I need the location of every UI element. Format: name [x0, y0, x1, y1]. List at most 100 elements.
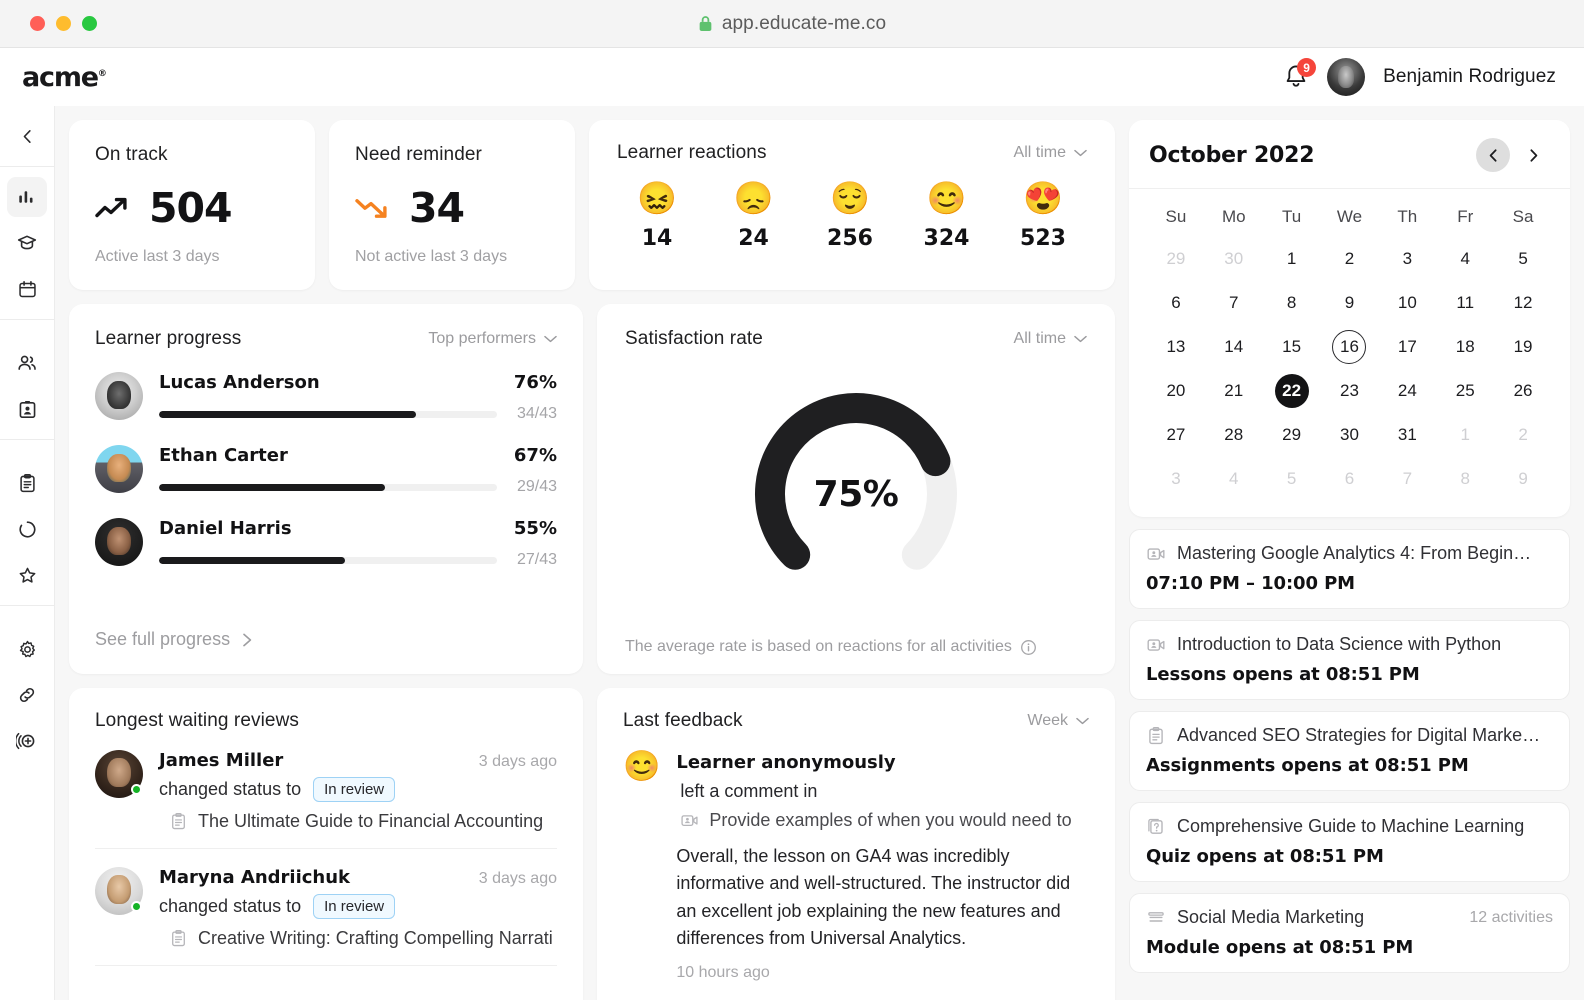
event-card[interactable]: Introduction to Data Science with Python…	[1129, 620, 1570, 700]
app-logo[interactable]: acme®	[22, 62, 106, 93]
feedback-reference-row[interactable]: Provide examples of when you would need …	[676, 810, 1089, 831]
learner-progress-row: 34/43	[159, 405, 557, 423]
stat-subtitle: Active last 3 days	[95, 248, 289, 266]
sidebar-item-courses[interactable]	[7, 223, 47, 263]
reaction-item[interactable]: 😖 14	[621, 182, 693, 251]
calendar-day[interactable]: 16	[1332, 330, 1366, 364]
calendar-day[interactable]: 29	[1275, 418, 1309, 452]
sidebar-group-people	[0, 320, 54, 439]
smiling-icon: 😊	[927, 182, 967, 214]
satisfaction-period-dropdown[interactable]: All time	[1014, 330, 1087, 348]
review-document-row[interactable]: Creative Writing: Crafting Compelling Na…	[159, 928, 557, 949]
calendar-day[interactable]: 27	[1159, 418, 1193, 452]
calendar-day[interactable]: 8	[1448, 462, 1482, 496]
registered-mark: ®	[98, 69, 106, 79]
calendar-day[interactable]: 28	[1217, 418, 1251, 452]
sidebar-item-learners[interactable]	[7, 343, 47, 383]
calendar-day[interactable]: 20	[1159, 374, 1193, 408]
reaction-count: 24	[738, 226, 769, 251]
sidebar-item-add-new[interactable]	[7, 721, 47, 761]
calendar-day[interactable]: 19	[1506, 330, 1540, 364]
disappointed-icon: 😞	[734, 182, 774, 214]
close-window-button[interactable]	[30, 16, 45, 31]
calendar-day[interactable]: 5	[1506, 242, 1540, 276]
sidebar-collapse-button[interactable]	[7, 116, 47, 156]
avatar[interactable]	[1327, 58, 1365, 96]
review-document-row[interactable]: The Ultimate Guide to Financial Accounti…	[159, 811, 557, 832]
calendar-day[interactable]: 13	[1159, 330, 1193, 364]
url-text: app.educate-me.co	[722, 13, 886, 35]
minimize-window-button[interactable]	[56, 16, 71, 31]
calendar-day[interactable]: 3	[1159, 462, 1193, 496]
event-card[interactable]: Comprehensive Guide to Machine LearningQ…	[1129, 802, 1570, 882]
calendar-day[interactable]: 29	[1159, 242, 1193, 276]
reaction-item[interactable]: 😞 24	[718, 182, 790, 251]
calendar-day[interactable]: 26	[1506, 374, 1540, 408]
list-item[interactable]: Maryna Andriichuk 3 days ago changed sta…	[95, 849, 557, 966]
progress-filter-dropdown[interactable]: Top performers	[428, 330, 557, 348]
calendar-day[interactable]: 4	[1448, 242, 1482, 276]
event-header: Comprehensive Guide to Machine Learning	[1146, 816, 1553, 837]
calendar-day[interactable]: 9	[1332, 286, 1366, 320]
event-card[interactable]: Social Media Marketing12 activitiesModul…	[1129, 893, 1570, 973]
calendar-grid: SuMoTuWeThFrSa 2930123456789101112131415…	[1129, 189, 1570, 517]
calendar-day[interactable]: 7	[1217, 286, 1251, 320]
reaction-item[interactable]: 😍 523	[1007, 182, 1079, 251]
list-item[interactable]: Lucas Anderson 76% 34/43	[95, 372, 557, 423]
calendar-day[interactable]: 6	[1159, 286, 1193, 320]
sidebar-item-progress[interactable]	[7, 509, 47, 549]
sidebar-item-analytics[interactable]	[7, 177, 47, 217]
calendar-day[interactable]: 15	[1275, 330, 1309, 364]
sidebar-item-integrations[interactable]	[7, 675, 47, 715]
sidebar-item-instructors[interactable]	[7, 389, 47, 429]
see-full-progress-link[interactable]: See full progress	[95, 615, 557, 650]
sidebar-item-assignments[interactable]	[7, 463, 47, 503]
maximize-window-button[interactable]	[82, 16, 97, 31]
calendar-day[interactable]: 4	[1217, 462, 1251, 496]
feedback-period-dropdown[interactable]: Week	[1027, 712, 1089, 730]
reaction-item[interactable]: 😌 256	[814, 182, 886, 251]
calendar-day[interactable]: 25	[1448, 374, 1482, 408]
calendar-day[interactable]: 2	[1506, 418, 1540, 452]
calendar-day[interactable]: 5	[1275, 462, 1309, 496]
calendar-day[interactable]: 23	[1332, 374, 1366, 408]
calendar-day[interactable]: 6	[1332, 462, 1366, 496]
calendar-day[interactable]: 2	[1332, 242, 1366, 276]
calendar-day[interactable]: 30	[1217, 242, 1251, 276]
calendar-day[interactable]: 1	[1275, 242, 1309, 276]
address-bar[interactable]: app.educate-me.co	[0, 0, 1584, 47]
calendar-day[interactable]: 7	[1390, 462, 1424, 496]
list-item[interactable]: Daniel Harris 55% 27/43	[95, 518, 557, 569]
calendar-day[interactable]: 8	[1275, 286, 1309, 320]
sidebar-item-settings[interactable]	[7, 629, 47, 669]
info-icon[interactable]	[1020, 639, 1037, 656]
status-badge: In review	[313, 777, 395, 802]
calendar-day[interactable]: 12	[1506, 286, 1540, 320]
calendar-day[interactable]: 11	[1448, 286, 1482, 320]
list-item[interactable]: Ethan Carter 67% 29/43	[95, 445, 557, 496]
calendar-day-cell: 4	[1436, 237, 1494, 281]
event-card[interactable]: Advanced SEO Strategies for Digital Mark…	[1129, 711, 1570, 791]
calendar-day[interactable]: 9	[1506, 462, 1540, 496]
event-card[interactable]: Mastering Google Analytics 4: From Begin…	[1129, 529, 1570, 609]
calendar-day[interactable]: 17	[1390, 330, 1424, 364]
calendar-day[interactable]: 30	[1332, 418, 1366, 452]
calendar-day[interactable]: 24	[1390, 374, 1424, 408]
calendar-prev-month-button[interactable]	[1476, 138, 1510, 172]
calendar-next-month-button[interactable]	[1516, 138, 1550, 172]
notifications-button[interactable]: 9	[1283, 63, 1309, 91]
calendar-day[interactable]: 18	[1448, 330, 1482, 364]
calendar-day[interactable]: 1	[1448, 418, 1482, 452]
reactions-period-dropdown[interactable]: All time	[1014, 144, 1087, 162]
calendar-day-selected[interactable]: 22	[1275, 374, 1309, 408]
calendar-day[interactable]: 31	[1390, 418, 1424, 452]
card-header: Learner progress Top performers	[95, 328, 557, 350]
reaction-item[interactable]: 😊 324	[911, 182, 983, 251]
calendar-day[interactable]: 14	[1217, 330, 1251, 364]
calendar-day[interactable]: 10	[1390, 286, 1424, 320]
calendar-day[interactable]: 21	[1217, 374, 1251, 408]
list-item[interactable]: James Miller 3 days ago changed status t…	[95, 732, 557, 849]
sidebar-item-favorites[interactable]	[7, 555, 47, 595]
calendar-day[interactable]: 3	[1390, 242, 1424, 276]
sidebar-item-calendar[interactable]	[7, 269, 47, 309]
